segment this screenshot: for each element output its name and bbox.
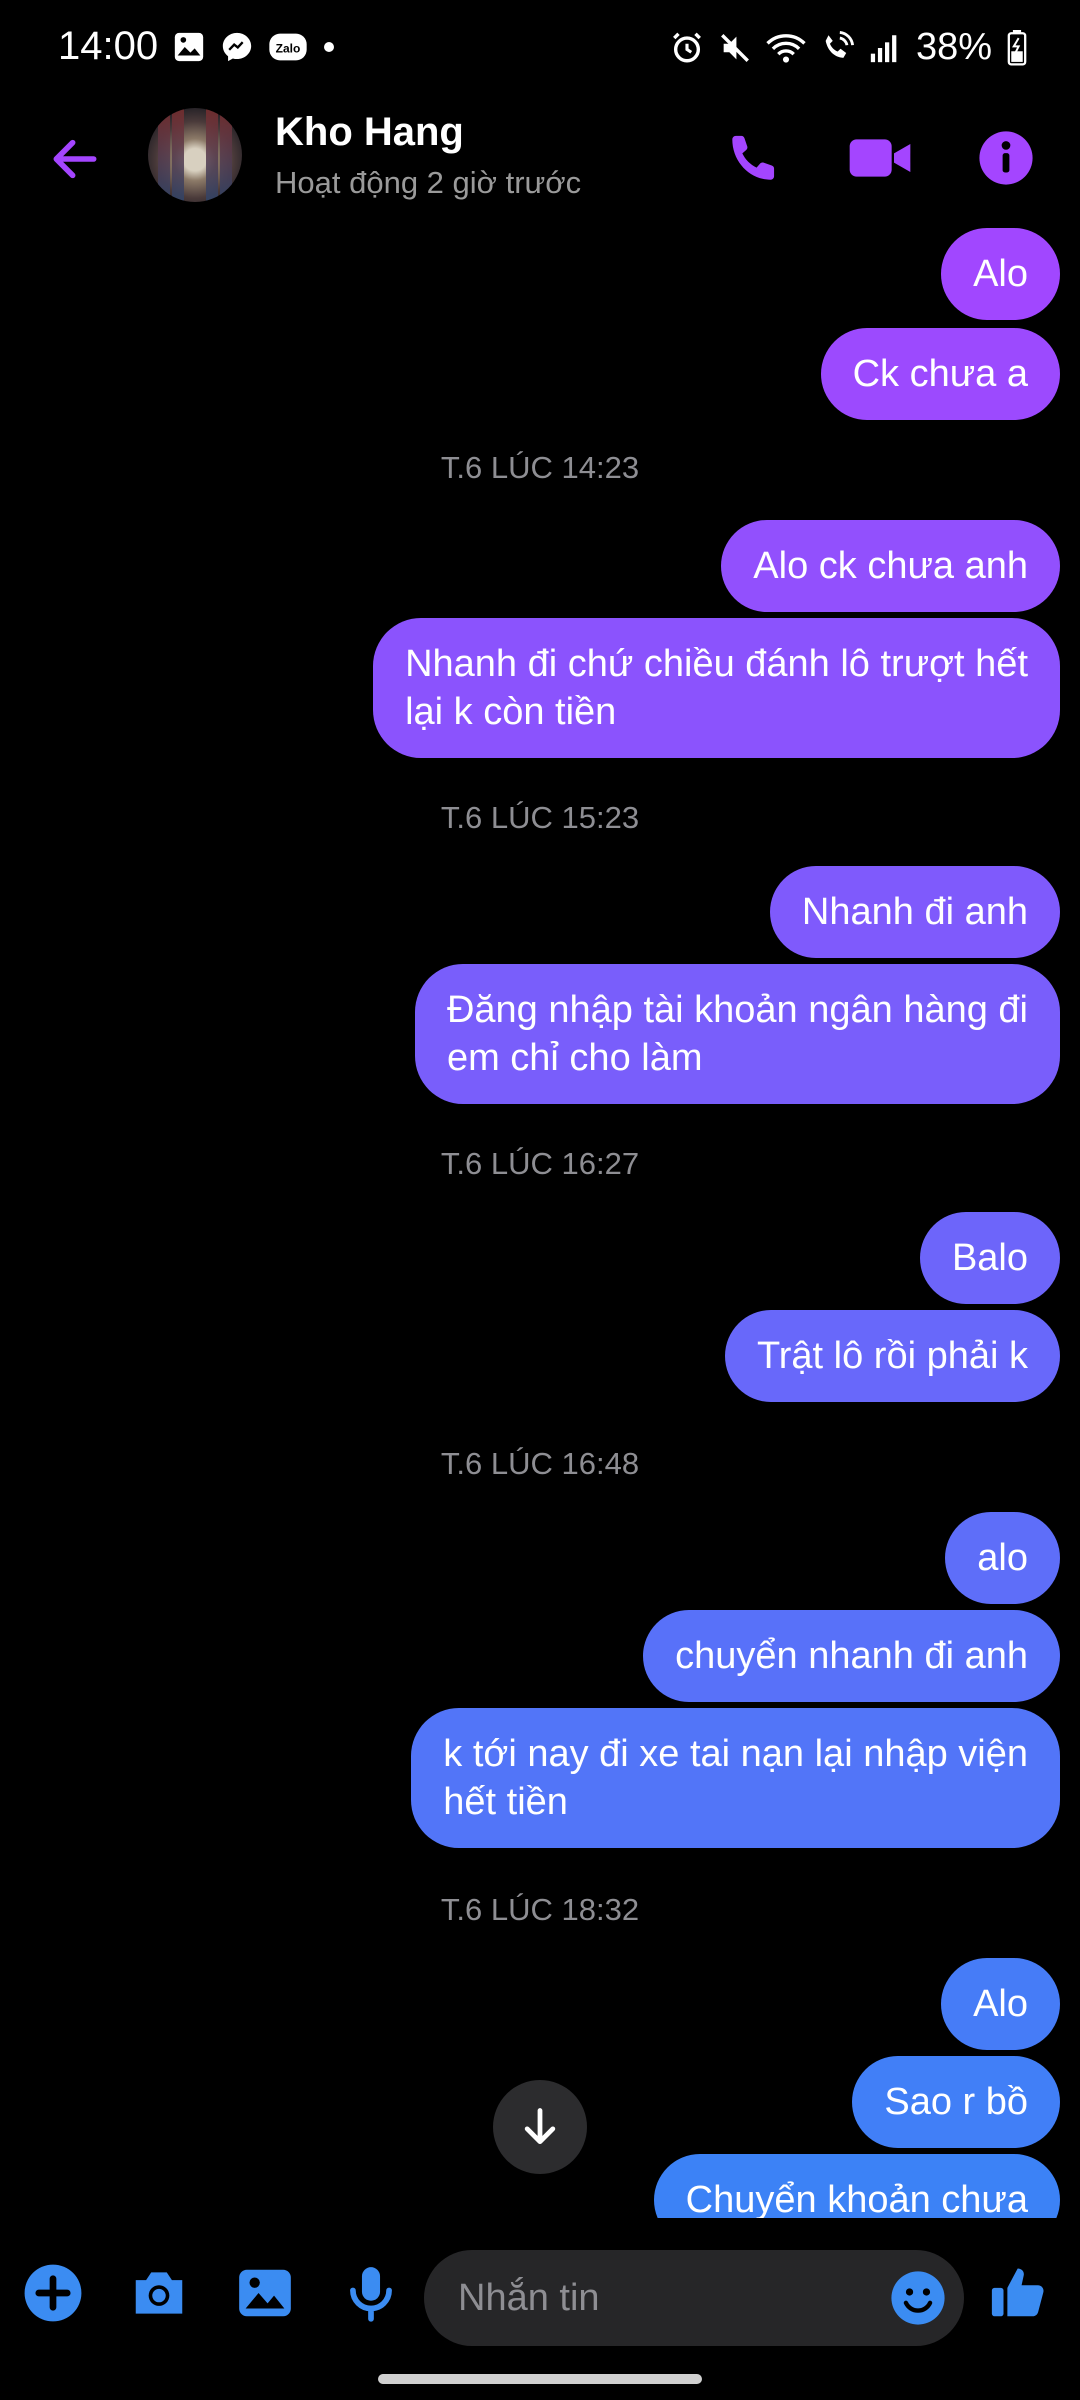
outgoing-message-bubble[interactable]: Đăng nhập tài khoản ngân hàng đi em chỉ … — [414, 964, 1060, 1104]
wifi-call-icon — [820, 30, 854, 65]
conversation-header: Kho Hang Hoạt động 2 giờ trước — [0, 100, 1080, 216]
video-camera-icon — [849, 139, 911, 177]
outgoing-message-bubble[interactable]: alo — [945, 1512, 1060, 1604]
info-icon — [979, 131, 1033, 185]
status-icons-right: 38% — [670, 26, 1028, 69]
outgoing-message-bubble[interactable]: Nhanh đi anh — [769, 866, 1060, 958]
arrow-down-icon — [524, 2108, 556, 2145]
outgoing-message-bubble[interactable]: chuyển nhanh đi anh — [643, 1610, 1060, 1702]
zalo-icon: Zalo — [268, 30, 308, 64]
outgoing-message-bubble[interactable]: k tới nay đi xe tai nạn lại nhập viện hế… — [411, 1708, 1060, 1848]
message-timestamp: T.6 LÚC 18:32 — [440, 1892, 640, 1927]
phone-icon — [732, 135, 775, 180]
more-actions-button[interactable] — [18, 2258, 88, 2328]
message-timestamp: T.6 LÚC 15:23 — [440, 800, 640, 835]
avatar[interactable] — [148, 108, 242, 202]
mute-icon — [718, 31, 752, 65]
outgoing-message-bubble[interactable]: Alo ck chưa anh — [721, 520, 1060, 612]
voice-call-button[interactable] — [716, 120, 792, 196]
mic-icon — [350, 2267, 392, 2322]
camera-icon — [135, 2272, 183, 2314]
gallery-icon — [172, 30, 206, 64]
outgoing-message-bubble[interactable]: Nhanh đi chứ chiều đánh lô trượt hết lại… — [373, 618, 1060, 758]
plus-icon — [24, 2264, 82, 2322]
emoji-icon — [891, 2271, 945, 2325]
message-timestamp: T.6 LÚC 14:23 — [440, 450, 640, 485]
emoji-button[interactable] — [888, 2268, 948, 2328]
message-timestamp: T.6 LÚC 16:27 — [440, 1146, 640, 1181]
outgoing-message-bubble[interactable]: Balo — [919, 1212, 1060, 1304]
scroll-to-bottom-button[interactable] — [493, 2080, 587, 2174]
status-bar: 14:00 Zalo 38% — [0, 0, 1080, 100]
image-icon — [239, 2269, 291, 2317]
message-composer — [0, 2230, 1080, 2360]
contact-name[interactable]: Kho Hang — [275, 110, 464, 155]
contact-status: Hoạt động 2 giờ trước — [275, 165, 582, 200]
status-time: 14:00 — [58, 24, 159, 68]
home-indicator[interactable] — [378, 2374, 702, 2384]
battery-percent: 38% — [915, 26, 992, 68]
outgoing-message-bubble[interactable]: Trật lô rồi phải k — [724, 1310, 1060, 1402]
voice-message-button[interactable] — [336, 2258, 406, 2328]
outgoing-message-bubble[interactable]: Alo — [941, 1958, 1060, 2050]
svg-text:Zalo: Zalo — [276, 41, 301, 55]
arrow-left-icon — [53, 139, 97, 179]
message-list[interactable]: Alo Ck chưa a T.6 LÚC 14:23 Alo ck chưa anh… — [0, 218, 1080, 2218]
outgoing-message-bubble[interactable]: Chuyển khoản chưa — [653, 2154, 1060, 2218]
camera-button[interactable] — [124, 2258, 194, 2328]
dot-icon — [322, 40, 336, 54]
alarm-icon — [670, 31, 704, 65]
wifi-icon — [766, 31, 806, 65]
message-input[interactable] — [424, 2250, 964, 2346]
battery-icon — [1006, 29, 1028, 66]
like-icon — [991, 2268, 1044, 2317]
outgoing-message-bubble[interactable]: Alo — [941, 228, 1060, 320]
message-timestamp: T.6 LÚC 16:48 — [440, 1446, 640, 1481]
status-icons-left: Zalo — [172, 30, 336, 64]
messenger-icon — [220, 30, 254, 64]
signal-icon — [868, 31, 902, 65]
video-call-button[interactable] — [842, 120, 918, 196]
info-button[interactable] — [968, 120, 1044, 196]
like-button[interactable] — [984, 2258, 1054, 2328]
outgoing-message-bubble[interactable]: Sao r bồ — [852, 2056, 1060, 2148]
back-button[interactable] — [40, 124, 110, 194]
outgoing-message-bubble[interactable]: Ck chưa a — [820, 328, 1060, 420]
gallery-button[interactable] — [230, 2258, 300, 2328]
